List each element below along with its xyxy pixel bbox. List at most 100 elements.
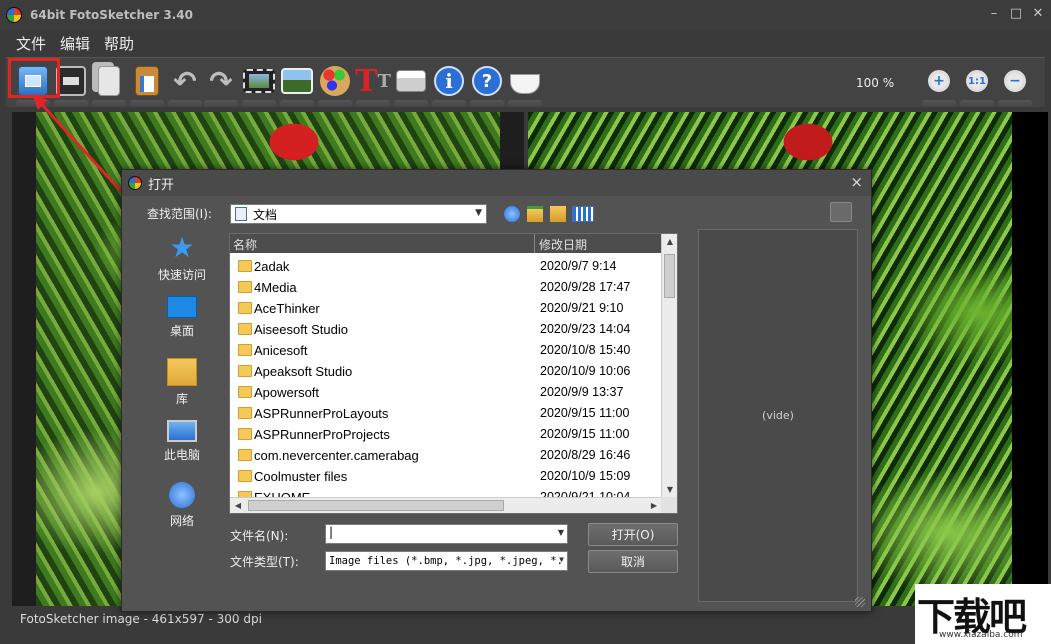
- scroll-left-icon[interactable]: ◀: [230, 498, 246, 513]
- file-modified-date: 2020/9/21 9:10: [540, 301, 624, 315]
- library-folder-icon: [167, 358, 197, 386]
- folder-icon: [238, 281, 252, 293]
- place-network[interactable]: 网络: [142, 482, 222, 529]
- file-modified-date: 2020/9/7 9:14: [540, 259, 617, 273]
- place-libraries[interactable]: 库: [142, 358, 222, 407]
- file-row[interactable]: com.nevercenter.camerabag 2020/8/29 16:46: [230, 445, 662, 466]
- vertical-scrollbar[interactable]: ▲ ▼: [661, 234, 677, 498]
- place-label: 库: [175, 392, 188, 406]
- close-button[interactable]: ✕: [1027, 4, 1049, 24]
- file-row[interactable]: Anicesoft 2020/10/8 15:40: [230, 340, 662, 361]
- preview-toggle-button[interactable]: [830, 202, 852, 222]
- folder-icon: [238, 449, 252, 461]
- scroll-thumb[interactable]: [664, 254, 675, 298]
- folder-icon: [238, 344, 252, 356]
- place-label: 网络: [169, 514, 194, 528]
- chevron-down-icon[interactable]: ▼: [558, 528, 564, 537]
- maximize-button[interactable]: □: [1005, 4, 1027, 24]
- dialog-close-button[interactable]: ×: [850, 173, 863, 191]
- file-row[interactable]: Coolmuster files 2020/10/9 15:09: [230, 466, 662, 487]
- file-name: AceThinker: [254, 301, 320, 316]
- text-button[interactable]: TT: [355, 64, 391, 108]
- file-rows: 2adak 2020/9/7 9:14 4Media 2020/9/28 17:47 A…: [230, 256, 662, 508]
- film-strip-icon: [243, 69, 275, 93]
- menu-bar: 文件 编辑 帮助: [0, 30, 1051, 56]
- look-in-select[interactable]: 文档 ▼: [230, 204, 487, 224]
- file-row[interactable]: AceThinker 2020/9/21 9:10: [230, 298, 662, 319]
- places-bar: ★ 快速访问 桌面 库 此电脑 网络: [142, 230, 222, 550]
- info-icon: i: [434, 66, 464, 96]
- palette-button[interactable]: [318, 64, 352, 108]
- column-modified[interactable]: 修改日期: [539, 236, 587, 253]
- new-folder-icon[interactable]: [550, 206, 566, 222]
- scroll-thumb-horizontal[interactable]: [248, 500, 504, 511]
- file-modified-date: 2020/9/23 14:04: [540, 322, 631, 336]
- undo-button[interactable]: ↶: [168, 64, 202, 108]
- file-row[interactable]: Aiseesoft Studio 2020/9/23 14:04: [230, 319, 662, 340]
- horizontal-scrollbar[interactable]: ◀ ▶: [230, 497, 662, 513]
- resize-grip[interactable]: [855, 597, 865, 607]
- info-button[interactable]: i: [432, 64, 466, 108]
- view-menu-icon[interactable]: [572, 206, 594, 222]
- filename-input[interactable]: | ▼: [325, 524, 568, 544]
- coffee-button[interactable]: [508, 64, 542, 108]
- menu-help[interactable]: 帮助: [104, 33, 134, 54]
- file-name: 2adak: [254, 259, 290, 274]
- file-name: Aiseesoft Studio: [254, 322, 348, 337]
- place-quick-access[interactable]: ★ 快速访问: [142, 234, 222, 283]
- zoom-level: 100 %: [856, 76, 895, 90]
- file-name: com.nevercenter.camerabag: [254, 448, 419, 463]
- preview-panel: (vide): [698, 229, 858, 602]
- zoom-out-button[interactable]: −: [998, 64, 1032, 108]
- file-modified-date: 2020/9/28 17:47: [540, 280, 631, 294]
- zoom-in-button[interactable]: +: [922, 64, 956, 108]
- back-icon[interactable]: [504, 206, 520, 222]
- redo-button[interactable]: ↷: [204, 64, 238, 108]
- folder-icon: [238, 428, 252, 440]
- file-name: ASPRunnerProProjects: [254, 427, 390, 442]
- folder-icon: [238, 407, 252, 419]
- file-row[interactable]: ASPRunnerProLayouts 2020/9/15 11:00: [230, 403, 662, 424]
- file-row[interactable]: Apeaksoft Studio 2020/10/9 10:06: [230, 361, 662, 382]
- place-this-pc[interactable]: 此电脑: [142, 420, 222, 463]
- up-folder-icon[interactable]: [527, 206, 543, 222]
- column-name[interactable]: 名称: [233, 236, 257, 253]
- file-row[interactable]: Apowersoft 2020/9/9 13:37: [230, 382, 662, 403]
- film-button[interactable]: [242, 64, 276, 108]
- file-modified-date: 2020/10/8 15:40: [540, 343, 631, 357]
- file-name: Anicesoft: [254, 343, 308, 358]
- menu-file[interactable]: 文件: [16, 33, 46, 54]
- app-title: 64bit FotoSketcher 3.40: [30, 8, 193, 22]
- chevron-down-icon[interactable]: ▼: [559, 555, 564, 564]
- file-list-header: 名称 修改日期: [230, 234, 662, 253]
- open-file-dialog: 打开 × 查找范围(I): 文档 ▼ ★ 快速访问 桌面 库 此电脑 网络 名称…: [121, 169, 872, 612]
- open-button[interactable]: 打开(O): [588, 523, 678, 546]
- file-list[interactable]: 名称 修改日期 2adak 2020/9/7 9:14 4Media 2020/9/2…: [229, 233, 678, 514]
- file-row[interactable]: 4Media 2020/9/28 17:47: [230, 277, 662, 298]
- help-button[interactable]: ?: [470, 64, 504, 108]
- filetype-label: 文件类型(T):: [230, 555, 299, 569]
- file-modified-date: 2020/9/15 11:00: [540, 406, 630, 420]
- landscape-button[interactable]: [280, 64, 314, 108]
- cancel-button[interactable]: 取消: [588, 550, 678, 573]
- place-label: 快速访问: [157, 268, 206, 282]
- palette-icon: [320, 66, 350, 96]
- place-label: 此电脑: [163, 448, 200, 462]
- file-row[interactable]: ASPRunnerProProjects 2020/9/15 11:00: [230, 424, 662, 445]
- file-modified-date: 2020/9/9 13:37: [540, 385, 624, 399]
- scroll-up-icon[interactable]: ▲: [662, 234, 677, 250]
- zoom-fit-button[interactable]: 1:1: [960, 64, 994, 108]
- place-desktop[interactable]: 桌面: [142, 296, 222, 339]
- magnifier-plus-icon: +: [928, 70, 950, 92]
- folder-icon: [238, 323, 252, 335]
- menu-edit[interactable]: 编辑: [60, 33, 90, 54]
- filetype-select[interactable]: Image files (*.bmp, *.jpg, *.jpeg, *. ▼: [325, 551, 568, 571]
- file-row[interactable]: 2adak 2020/9/7 9:14: [230, 256, 662, 277]
- folder-icon: [238, 365, 252, 377]
- minimize-button[interactable]: –: [983, 4, 1005, 24]
- scroll-down-icon[interactable]: ▼: [662, 482, 677, 498]
- print-button[interactable]: [394, 64, 428, 108]
- computer-icon: [167, 420, 197, 442]
- scroll-right-icon[interactable]: ▶: [646, 498, 662, 513]
- dialog-title-bar: 打开 ×: [122, 170, 871, 196]
